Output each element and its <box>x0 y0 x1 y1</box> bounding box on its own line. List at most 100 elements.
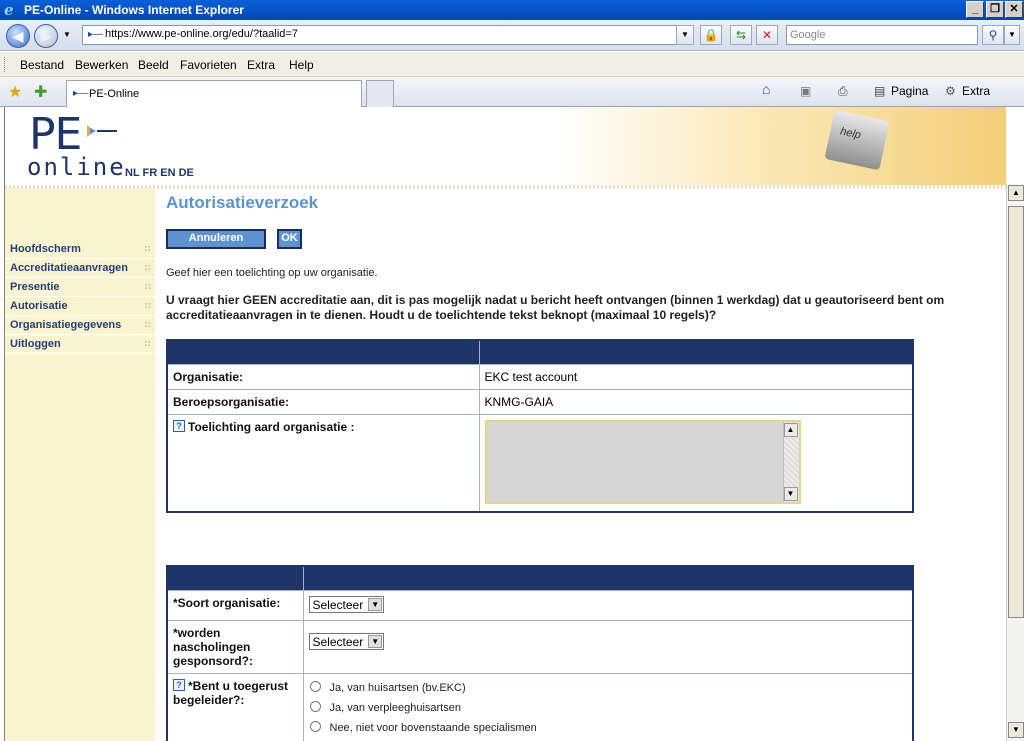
radio-button[interactable] <box>309 680 321 692</box>
search-options-icon[interactable]: ▼ <box>1004 25 1020 45</box>
details-table: *Soort organisatie: Selecteer ▼ *worden n… <box>166 565 914 741</box>
window-titlebar: e PE-Online - Windows Internet Explorer … <box>0 0 1024 20</box>
table-row: *Soort organisatie: Selecteer ▼ <box>166 589 914 621</box>
page-scrollbar[interactable]: ▲ ▼ <box>1006 184 1024 741</box>
help-key-image: help <box>824 109 890 171</box>
add-favorite-icon[interactable]: ✚ <box>34 82 47 102</box>
help-key-text: help <box>839 125 863 142</box>
tab-favicon-icon: ▸— <box>73 88 89 99</box>
scroll-up-icon[interactable]: ▲ <box>1008 185 1024 201</box>
scroll-down-icon[interactable]: ▼ <box>783 486 798 501</box>
page-icon[interactable]: ▤ <box>874 84 885 98</box>
select-value: Selecteer <box>312 634 364 649</box>
minimize-button[interactable]: _ <box>966 1 984 18</box>
lock-icon[interactable]: 🔒 <box>700 25 722 45</box>
sidebar-item-autorisatie[interactable]: Autorisatie <box>5 297 155 316</box>
print-icon[interactable]: ⎙ <box>838 84 848 99</box>
sidebar-item-label: Organisatiegegevens <box>10 319 122 331</box>
tab-pe-online[interactable]: ▸— PE-Online <box>66 80 362 107</box>
menu-bewerken[interactable]: Bewerken <box>75 58 128 72</box>
scroll-down-icon[interactable]: ▼ <box>1008 722 1024 738</box>
site-favicon-icon: ▸— <box>88 29 104 40</box>
menu-beeld[interactable]: Beeld <box>138 58 169 72</box>
stop-icon[interactable]: ✕ <box>756 25 778 45</box>
search-placeholder: Google <box>790 29 826 41</box>
cancel-button[interactable]: Annuleren <box>166 229 266 249</box>
organisatie-label: Organisatie: <box>166 363 480 390</box>
home-icon[interactable]: ⌂ <box>762 81 770 97</box>
menu-favorieten[interactable]: Favorieten <box>180 58 237 72</box>
history-dropdown-icon[interactable]: ▼ <box>63 30 71 39</box>
language-selector[interactable]: NL FR EN DE <box>125 167 194 179</box>
beroepsorganisatie-value: KNMG-GAIA <box>478 388 914 415</box>
table-header-row <box>166 565 914 591</box>
tools-menu[interactable]: Extra <box>962 84 990 98</box>
radio-label: Ja, van verpleeghuisartsen <box>329 701 461 714</box>
url-dropdown-icon[interactable]: ▼ <box>676 25 694 45</box>
sidebar-item-label: Accreditatieaanvragen <box>10 262 128 274</box>
sidebar-item-label: Autorisatie <box>10 300 68 312</box>
sidebar-item-presentie[interactable]: Presentie <box>5 278 155 297</box>
tab-title: PE-Online <box>89 88 140 100</box>
scroll-up-icon[interactable]: ▲ <box>783 422 798 437</box>
tools-gear-icon[interactable]: ⚙ <box>945 84 956 98</box>
menu-extra[interactable]: Extra <box>247 58 275 72</box>
table-row: Beroepsorganisatie: KNMG-GAIA <box>166 388 914 415</box>
soort-organisatie-label: *Soort organisatie: <box>166 589 304 621</box>
sidebar-item-accreditatieaanvragen[interactable]: Accreditatieaanvragen <box>5 259 155 278</box>
soort-organisatie-select[interactable]: Selecteer ▼ <box>308 595 385 613</box>
select-value: Selecteer <box>312 597 364 612</box>
textarea-scrollbar[interactable]: ▲ ▼ <box>782 421 799 502</box>
toelichting-label: Toelichting aard organisatie : <box>188 419 355 434</box>
new-tab-button[interactable] <box>366 80 394 107</box>
drag-dots-icon <box>144 264 151 271</box>
close-button[interactable]: ✕ <box>1005 1 1023 18</box>
sidebar-item-hoofdscherm[interactable]: Hoofdscherm <box>5 240 155 259</box>
drag-dots-icon <box>144 340 151 347</box>
radio-option[interactable]: Nee, niet voor bovenstaande specialismen <box>304 720 908 741</box>
ok-button[interactable]: OK <box>277 229 302 249</box>
favorites-bar: ★ ✚ ▸— PE-Online ⌂ ▣ ⎙ ▤ Pagina ⚙ Extra <box>0 77 1024 107</box>
sidebar-item-uitloggen[interactable]: Uitloggen <box>5 335 155 354</box>
search-input[interactable]: Google <box>786 25 978 45</box>
sidebar-item-label: Uitloggen <box>10 338 61 350</box>
page-title: Autorisatieverzoek <box>166 193 319 212</box>
toolbar-grip <box>4 57 6 72</box>
toelichting-textarea[interactable]: ▲ ▼ <box>484 419 801 504</box>
chevron-down-icon: ▼ <box>368 634 383 648</box>
table-row: ? *Bent u toegerust begeleider?: Ja, van … <box>166 672 914 741</box>
radio-button[interactable] <box>309 700 321 712</box>
organisatie-value: EKC test account <box>478 363 914 390</box>
back-icon[interactable]: ◀ <box>6 24 30 48</box>
maximize-button[interactable]: ❐ <box>986 1 1004 18</box>
refresh-icon[interactable]: ⇆ <box>730 25 752 45</box>
url-text: https://www.pe-online.org/edu/?taalid=7 <box>105 28 298 40</box>
gesponsord-select[interactable]: Selecteer ▼ <box>308 632 385 650</box>
feeds-icon[interactable]: ▣ <box>800 84 811 98</box>
radio-button[interactable] <box>309 720 321 732</box>
menu-help[interactable]: Help <box>289 58 314 72</box>
help-icon[interactable]: ? <box>173 678 185 691</box>
drag-dots-icon <box>144 245 151 252</box>
banner-divider <box>5 185 1006 189</box>
organisation-table: Organisatie: EKC test account Beroepsorg… <box>166 339 914 513</box>
begeleider-label: *Bent u toegerust begeleider?: <box>173 678 289 707</box>
drag-dots-icon <box>144 302 151 309</box>
radio-option[interactable]: Ja, van verpleeghuisartsen <box>304 700 908 721</box>
sidebar: Hoofdscherm Accreditatieaanvragen Presen… <box>5 189 155 741</box>
table-header-row <box>166 339 914 365</box>
url-field[interactable]: ▸— https://www.pe-online.org/edu/?taalid… <box>82 25 694 45</box>
sidebar-item-label: Hoofdscherm <box>10 243 81 255</box>
sidebar-item-organisatiegegevens[interactable]: Organisatiegegevens <box>5 316 155 335</box>
favorites-star-icon[interactable]: ★ <box>8 82 22 102</box>
intro-text: Geef hier een toelichting op uw organisa… <box>166 267 378 279</box>
beroepsorganisatie-label: Beroepsorganisatie: <box>166 388 480 415</box>
page-menu[interactable]: Pagina <box>891 84 928 98</box>
help-icon[interactable]: ? <box>173 419 185 432</box>
search-icon[interactable]: ⚲ <box>982 25 1004 45</box>
radio-option[interactable]: Ja, van huisartsen (bv.EKC) <box>304 680 908 701</box>
scrollbar-thumb[interactable] <box>1008 206 1024 618</box>
forward-icon[interactable]: ▶ <box>34 24 58 48</box>
sidebar-item-label: Presentie <box>10 281 60 293</box>
menu-bestand[interactable]: Bestand <box>20 58 64 72</box>
